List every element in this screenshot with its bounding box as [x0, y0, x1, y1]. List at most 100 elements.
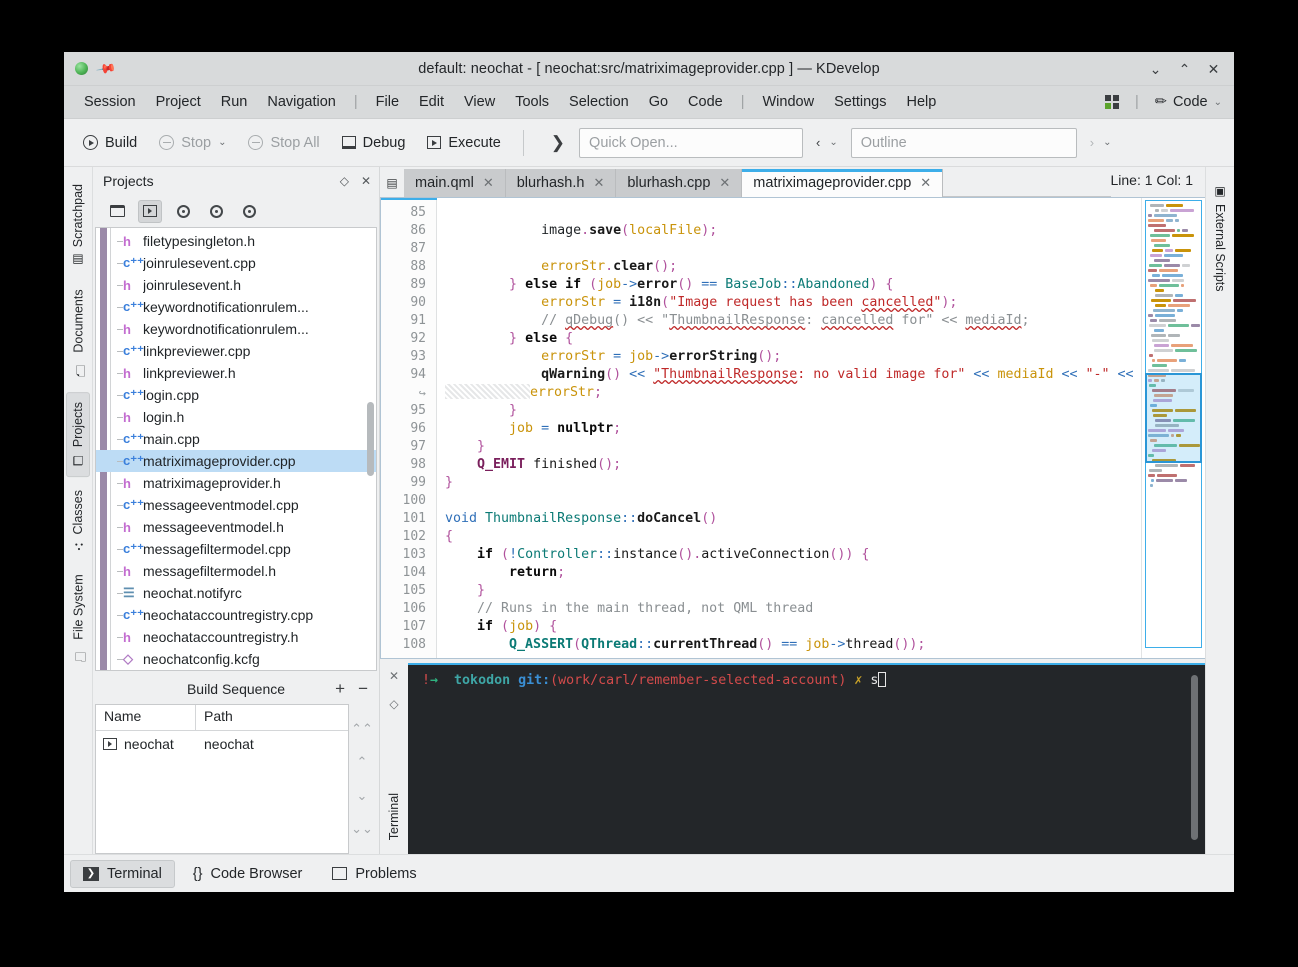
- tab-blurhash-cpp[interactable]: blurhash.cpp ✕: [616, 169, 742, 197]
- terminal-scrollbar[interactable]: [1191, 675, 1198, 840]
- minimap-code-line: [1179, 359, 1186, 362]
- close-icon[interactable]: ✕: [719, 175, 730, 191]
- code-minimap[interactable]: [1141, 198, 1205, 658]
- status-tab-problems[interactable]: Problems: [320, 861, 428, 887]
- list-item[interactable]: hneochataccountregistry.h: [96, 626, 376, 648]
- back-chevron-down-icon[interactable]: ⌄: [829, 137, 837, 148]
- area-grid-icon[interactable]: [1105, 95, 1119, 109]
- sidebar-item-external-scripts[interactable]: ▣ External Scripts: [1209, 175, 1231, 301]
- list-item[interactable]: hmatriximageprovider.h: [96, 472, 376, 494]
- menu-file[interactable]: File: [366, 90, 409, 114]
- list-item[interactable]: c⁺⁺messageeventmodel.cpp: [96, 494, 376, 516]
- tab-main-qml[interactable]: main.qml ✕: [404, 169, 506, 197]
- configure-launches-icon[interactable]: [237, 200, 261, 223]
- stop-all-button[interactable]: Stop All: [239, 130, 328, 156]
- menu-settings[interactable]: Settings: [824, 90, 896, 114]
- area-switcher-code[interactable]: ✏ Code ⌄: [1155, 94, 1222, 110]
- list-item[interactable]: hlogin.h: [96, 406, 376, 428]
- sidebar-item-filesystem[interactable]: 🗀 File System: [64, 565, 93, 675]
- list-item[interactable]: hfiletypesingleton.h: [96, 230, 376, 252]
- tree-scrollbar[interactable]: [367, 402, 374, 476]
- move-top-icon[interactable]: ⌃⌃: [351, 721, 373, 737]
- back-arrow-icon[interactable]: ‹: [816, 135, 820, 150]
- list-item[interactable]: c⁺⁺main.cpp: [96, 428, 376, 450]
- terminal-output[interactable]: !→ tokodon git:(work/carl/remember-selec…: [408, 663, 1205, 854]
- build-button[interactable]: Build: [74, 130, 146, 156]
- list-item[interactable]: hmessageeventmodel.h: [96, 516, 376, 538]
- maximize-button[interactable]: ⌃: [1178, 62, 1191, 76]
- project-file-tree[interactable]: hfiletypesingleton.h c⁺⁺joinrulesevent.c…: [95, 227, 377, 671]
- menu-session[interactable]: Session: [74, 90, 146, 114]
- menu-help[interactable]: Help: [896, 90, 946, 114]
- list-item[interactable]: hjoinrulesevent.h: [96, 274, 376, 296]
- minimize-button[interactable]: ⌄: [1149, 62, 1162, 76]
- list-item[interactable]: c⁺⁺neochataccountregistry.cpp: [96, 604, 376, 626]
- list-item[interactable]: c⁺⁺linkpreviewer.cpp: [96, 340, 376, 362]
- list-item[interactable]: c⁺⁺login.cpp: [96, 384, 376, 406]
- add-target-button[interactable]: +: [335, 679, 345, 699]
- menu-edit[interactable]: Edit: [409, 90, 454, 114]
- configure-icon[interactable]: [171, 200, 195, 223]
- close-icon[interactable]: ✕: [361, 174, 371, 188]
- sidebar-item-scratchpad[interactable]: ▤ Scratchpad: [67, 175, 89, 276]
- menu-window[interactable]: Window: [753, 90, 825, 114]
- menu-project[interactable]: Project: [146, 90, 211, 114]
- list-item[interactable]: hlinkpreviewer.h: [96, 362, 376, 384]
- execute-button[interactable]: Execute: [418, 130, 509, 156]
- float-icon[interactable]: ◇: [340, 174, 349, 188]
- move-up-icon[interactable]: ⌃: [357, 754, 368, 770]
- forward-arrow-icon[interactable]: ›: [1090, 135, 1094, 150]
- close-icon[interactable]: ✕: [483, 175, 494, 191]
- navigate-forward-group[interactable]: › ⌄: [1090, 135, 1112, 150]
- forward-chevron-down-icon[interactable]: ⌄: [1103, 137, 1111, 148]
- build-sequence-table[interactable]: Name Path neochat neochat: [95, 704, 349, 854]
- open-project-icon[interactable]: [105, 200, 129, 223]
- tab-list-icon[interactable]: ▤: [380, 169, 404, 197]
- tab-blurhash-h[interactable]: blurhash.h ✕: [506, 169, 617, 197]
- menu-tools[interactable]: Tools: [505, 90, 559, 114]
- remove-target-button[interactable]: −: [358, 679, 368, 699]
- navigate-back-group[interactable]: ‹ ⌄: [816, 135, 838, 150]
- menu-selection[interactable]: Selection: [559, 90, 639, 114]
- pin-icon[interactable]: 📌: [95, 57, 117, 79]
- list-item-selected[interactable]: c⁺⁺matriximageprovider.cpp: [96, 450, 376, 472]
- code-text[interactable]: image.save(localFile); errorStr.clear();…: [437, 198, 1141, 658]
- sidebar-item-projects[interactable]: ❐ Projects: [66, 392, 90, 477]
- pencil-icon: ✏: [1155, 94, 1167, 110]
- close-button[interactable]: ✕: [1207, 62, 1220, 76]
- toolbar-overflow-icon[interactable]: ❯: [551, 133, 565, 153]
- menu-code[interactable]: Code: [678, 90, 733, 114]
- menu-go[interactable]: Go: [639, 90, 678, 114]
- code-editor[interactable]: 85 86 87 88 89 90 91 92 93 94 ↪ 95 96 97…: [380, 197, 1205, 659]
- sidebar-item-classes[interactable]: ⛬ Classes: [67, 481, 89, 561]
- outline-input[interactable]: Outline: [851, 128, 1077, 158]
- menu-navigation[interactable]: Navigation: [257, 90, 346, 114]
- list-item[interactable]: hkeywordnotificationrulem...: [96, 318, 376, 340]
- status-tab-terminal[interactable]: ❯ Terminal: [70, 860, 175, 888]
- move-down-icon[interactable]: ⌄: [357, 788, 368, 804]
- list-item[interactable]: hmessagefiltermodel.h: [96, 560, 376, 582]
- menu-view[interactable]: View: [454, 90, 505, 114]
- menu-run[interactable]: Run: [211, 90, 258, 114]
- list-item[interactable]: c⁺⁺messagefiltermodel.cpp: [96, 538, 376, 560]
- list-item[interactable]: ☰neochat.notifyrc: [96, 582, 376, 604]
- status-tab-code-browser[interactable]: {} Code Browser: [181, 861, 315, 887]
- close-icon[interactable]: ✕: [389, 669, 399, 683]
- close-icon[interactable]: ✕: [593, 175, 604, 191]
- sidebar-item-documents[interactable]: 🗋 Documents: [64, 280, 93, 388]
- close-icon[interactable]: ✕: [920, 175, 931, 191]
- stop-button[interactable]: Stop ⌄: [150, 130, 235, 156]
- minimap-viewport[interactable]: [1145, 373, 1202, 463]
- move-bottom-icon[interactable]: ⌄⌄: [351, 821, 373, 837]
- install-icon[interactable]: [204, 200, 228, 223]
- build-selection-icon[interactable]: [138, 200, 162, 223]
- list-item[interactable]: c⁺⁺joinrulesevent.cpp: [96, 252, 376, 274]
- float-icon[interactable]: ◇: [389, 697, 398, 711]
- tab-matriximageprovider-cpp[interactable]: matriximageprovider.cpp ✕: [742, 169, 943, 197]
- table-row[interactable]: neochat neochat: [96, 731, 348, 757]
- list-item[interactable]: c⁺⁺keywordnotificationrulem...: [96, 296, 376, 318]
- list-item[interactable]: ◇neochatconfig.kcfg: [96, 648, 376, 670]
- stop-chevron-down-icon[interactable]: ⌄: [218, 137, 226, 148]
- debug-button[interactable]: Debug: [333, 130, 415, 156]
- quick-open-input[interactable]: Quick Open...: [579, 128, 803, 158]
